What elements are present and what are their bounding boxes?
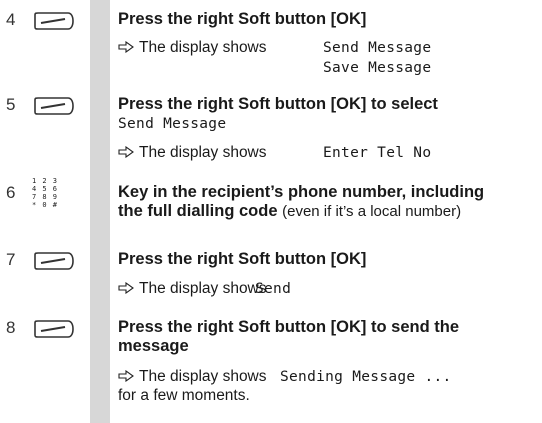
step-instruction: Press the right Soft button [OK] (118, 250, 367, 268)
step-number: 8 (6, 318, 16, 337)
step-instruction: Key in the recipient’s phone number, inc… (118, 183, 485, 201)
step-instruction: Press the right Soft button [OK] to sele… (118, 95, 438, 113)
step-result: The display shows (118, 38, 267, 57)
display-text: Enter Tel No (323, 145, 432, 161)
soft-button-icon (34, 252, 74, 270)
soft-button-icon (34, 12, 74, 30)
arrow-right-icon (118, 146, 134, 158)
step-number: 6 (6, 183, 16, 202)
instruction-bold: the full dialling code (118, 202, 278, 220)
display-text: Sending Message ... (280, 369, 452, 385)
display-text: Send Message (118, 116, 227, 132)
step-result: The display shows (118, 143, 267, 162)
keypad-row: 7 8 9 (31, 193, 59, 201)
soft-button-icon (34, 97, 74, 115)
step-number: 5 (6, 95, 16, 114)
keypad-row: 4 5 6 (31, 185, 59, 193)
step-instruction-line: the full dialling code (even if it’s a l… (118, 202, 461, 221)
arrow-right-icon (118, 282, 134, 294)
display-line: Save Message (323, 60, 432, 76)
keypad-row: * 0 # (31, 201, 59, 209)
step-instruction-line: message (118, 337, 189, 355)
step-result: The display shows (118, 279, 267, 298)
keypad-icon: 1 2 3 4 5 6 7 8 9 * 0 # (30, 177, 60, 209)
result-prefix: The display shows (139, 280, 267, 297)
step-result: The display shows (118, 367, 267, 386)
arrow-right-icon (118, 41, 134, 53)
result-suffix: for a few moments. (118, 387, 250, 404)
step-number: 7 (6, 250, 16, 269)
side-strip (90, 0, 110, 423)
result-prefix: The display shows (139, 39, 267, 56)
display-text: Send (255, 281, 292, 297)
soft-button-icon (34, 320, 74, 338)
instruction-note: (even if it’s a local number) (282, 203, 462, 220)
arrow-right-icon (118, 370, 134, 382)
display-line: Send Message (323, 40, 432, 56)
keypad-row: 1 2 3 (31, 177, 59, 185)
step-instruction: Press the right Soft button [OK] to send… (118, 318, 459, 336)
step-instruction: Press the right Soft button [OK] (118, 10, 367, 28)
result-prefix: The display shows (139, 144, 267, 161)
step-number: 4 (6, 10, 16, 29)
result-prefix: The display shows (139, 368, 267, 385)
